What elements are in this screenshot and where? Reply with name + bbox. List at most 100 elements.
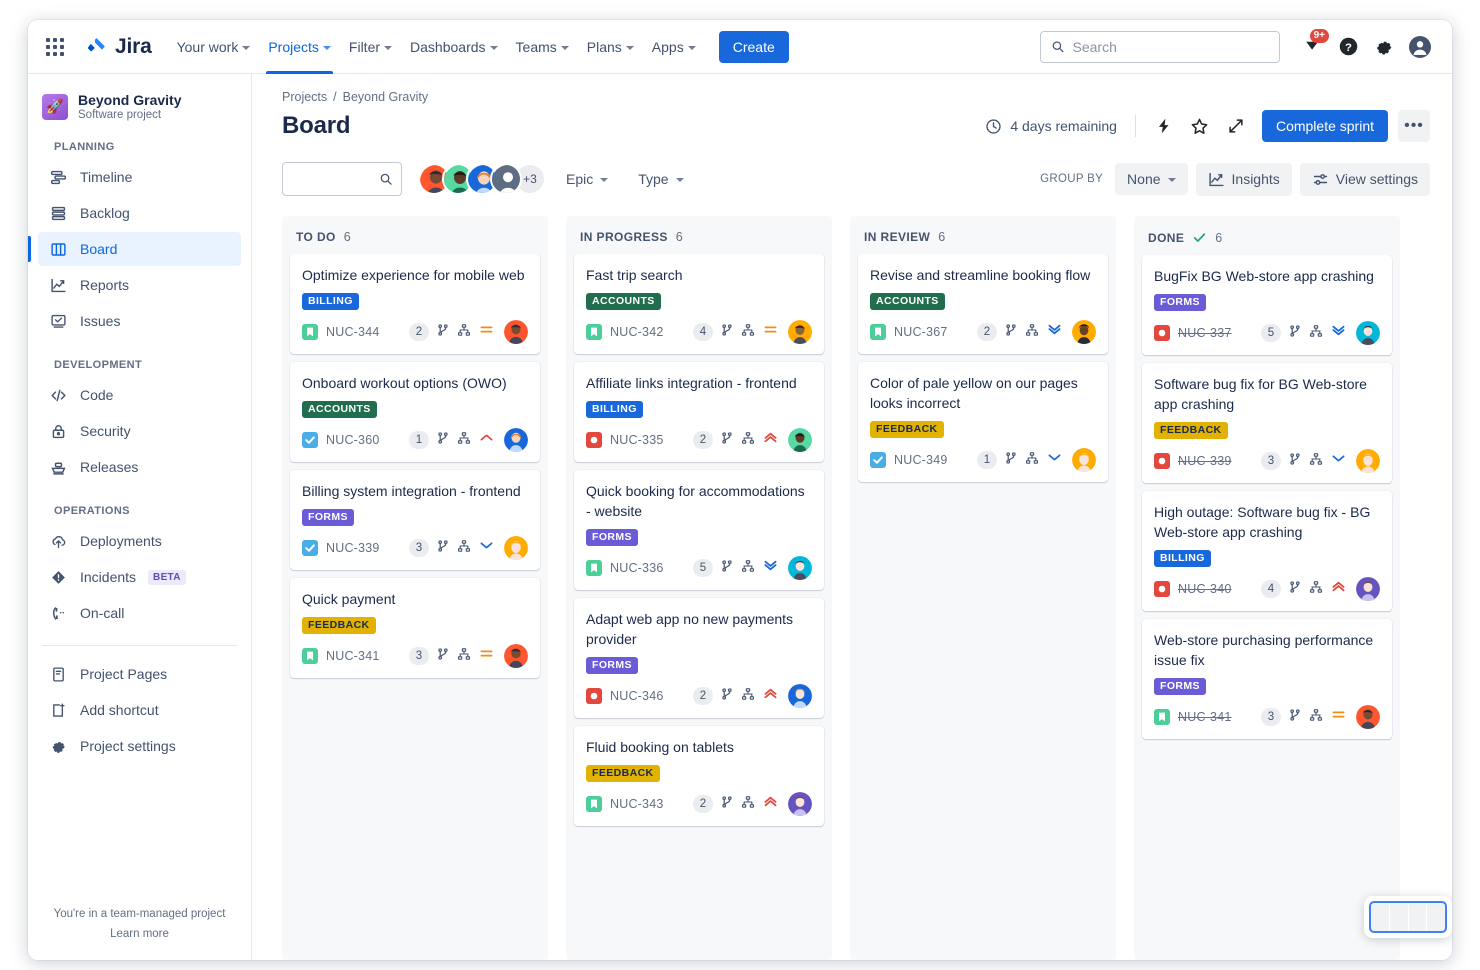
user-avatar-button[interactable] <box>1404 31 1436 63</box>
global-search[interactable] <box>1040 31 1280 63</box>
assignee-avatar[interactable] <box>788 684 812 708</box>
app-switcher-icon[interactable] <box>40 32 70 62</box>
child-issues-icon[interactable] <box>1309 708 1323 727</box>
create-button[interactable]: Create <box>719 31 789 63</box>
epic-tag[interactable]: BILLING <box>1154 550 1211 567</box>
branch-icon[interactable] <box>720 795 734 814</box>
epic-tag[interactable]: FEEDBACK <box>302 617 376 634</box>
issue-key[interactable]: NUC-336 <box>610 561 664 575</box>
issue-card[interactable]: Onboard workout options (OWO)ACCOUNTSNUC… <box>290 362 540 462</box>
issue-key[interactable]: NUC-340 <box>1178 582 1232 596</box>
issue-card[interactable]: Quick booking for accommodations - websi… <box>574 470 824 590</box>
issue-card[interactable]: Color of pale yellow on our pages looks … <box>858 362 1108 482</box>
issue-key[interactable]: NUC-360 <box>326 433 380 447</box>
board-search-input[interactable] <box>293 172 379 187</box>
child-issues-icon[interactable] <box>741 431 755 450</box>
child-issues-icon[interactable] <box>457 647 471 666</box>
nav-item-projects[interactable]: Projects <box>259 20 340 74</box>
child-issues-icon[interactable] <box>457 431 471 450</box>
child-issues-icon[interactable] <box>1309 580 1323 599</box>
avatar[interactable] <box>490 163 522 195</box>
branch-icon[interactable] <box>436 323 450 342</box>
assignee-avatar[interactable] <box>1072 320 1096 344</box>
sidebar-item-project-pages[interactable]: Project Pages <box>38 657 241 691</box>
epic-tag[interactable]: ACCOUNTS <box>586 293 661 310</box>
child-issues-icon[interactable] <box>457 539 471 558</box>
assignee-avatar[interactable] <box>1356 577 1380 601</box>
sidebar-item-security[interactable]: Security <box>38 414 241 448</box>
assignee-avatar[interactable] <box>788 792 812 816</box>
nav-item-filter[interactable]: Filter <box>340 20 401 74</box>
project-header[interactable]: 🚀 Beyond Gravity Software project <box>28 88 251 121</box>
child-issues-icon[interactable] <box>741 687 755 706</box>
epic-filter-dropdown[interactable]: Epic <box>556 164 618 194</box>
issue-card[interactable]: Fast trip searchACCOUNTSNUC-3424 <box>574 254 824 354</box>
assignee-avatar[interactable] <box>1356 321 1380 345</box>
sidebar-item-releases[interactable]: Releases <box>38 450 241 484</box>
epic-tag[interactable]: FORMS <box>586 657 638 674</box>
issue-key[interactable]: NUC-346 <box>610 689 664 703</box>
sidebar-item-issues[interactable]: Issues <box>38 304 241 338</box>
issue-key[interactable]: NUC-343 <box>610 797 664 811</box>
nav-item-plans[interactable]: Plans <box>578 20 643 74</box>
issue-key[interactable]: NUC-339 <box>326 541 380 555</box>
breadcrumb-projects[interactable]: Projects <box>282 90 327 104</box>
issue-key[interactable]: NUC-341 <box>1178 710 1232 724</box>
sidebar-item-backlog[interactable]: Backlog <box>38 196 241 230</box>
child-issues-icon[interactable] <box>1025 323 1039 342</box>
assignee-avatar[interactable] <box>1356 449 1380 473</box>
sidebar-item-on-call[interactable]: On-call <box>38 596 241 630</box>
epic-tag[interactable]: FEEDBACK <box>1154 422 1228 439</box>
assignee-avatar[interactable] <box>1072 448 1096 472</box>
issue-card[interactable]: Optimize experience for mobile webBILLIN… <box>290 254 540 354</box>
branch-icon[interactable] <box>1288 452 1302 471</box>
settings-button[interactable] <box>1368 31 1400 63</box>
sidebar-item-code[interactable]: Code <box>38 378 241 412</box>
child-issues-icon[interactable] <box>741 795 755 814</box>
branch-icon[interactable] <box>720 687 734 706</box>
epic-tag[interactable]: FORMS <box>586 529 638 546</box>
assignee-avatar[interactable] <box>504 320 528 344</box>
search-input[interactable] <box>1073 39 1269 55</box>
nav-item-apps[interactable]: Apps <box>643 20 705 74</box>
complete-sprint-button[interactable]: Complete sprint <box>1262 110 1388 142</box>
issue-key[interactable]: NUC-342 <box>610 325 664 339</box>
automation-button[interactable] <box>1148 110 1180 142</box>
nav-item-your-work[interactable]: Your work <box>168 20 260 74</box>
issue-key[interactable]: NUC-339 <box>1178 454 1232 468</box>
epic-tag[interactable]: ACCOUNTS <box>302 401 377 418</box>
insights-button[interactable]: Insights <box>1196 163 1292 196</box>
issue-card[interactable]: Quick paymentFEEDBACKNUC-3413 <box>290 578 540 678</box>
assignee-avatar[interactable] <box>504 536 528 560</box>
issue-card[interactable]: Revise and streamline booking flowACCOUN… <box>858 254 1108 354</box>
child-issues-icon[interactable] <box>1309 452 1323 471</box>
nav-item-teams[interactable]: Teams <box>507 20 578 74</box>
issue-card[interactable]: Web-store purchasing performance issue f… <box>1142 619 1392 739</box>
nav-item-dashboards[interactable]: Dashboards <box>401 20 507 74</box>
sidebar-item-reports[interactable]: Reports <box>38 268 241 302</box>
notifications-button[interactable]: 9+ <box>1296 31 1328 63</box>
star-button[interactable] <box>1184 110 1216 142</box>
epic-tag[interactable]: ACCOUNTS <box>870 293 945 310</box>
issue-key[interactable]: NUC-367 <box>894 325 948 339</box>
epic-tag[interactable]: FORMS <box>302 509 354 526</box>
issue-key[interactable]: NUC-344 <box>326 325 380 339</box>
issue-card[interactable]: Fluid booking on tabletsFEEDBACKNUC-3432 <box>574 726 824 826</box>
branch-icon[interactable] <box>720 559 734 578</box>
board-minimap[interactable] <box>1364 896 1452 938</box>
epic-tag[interactable]: FEEDBACK <box>870 421 944 438</box>
issue-card[interactable]: High outage: Software bug fix - BG Web-s… <box>1142 491 1392 611</box>
issue-key[interactable]: NUC-341 <box>326 649 380 663</box>
group-by-dropdown[interactable]: None <box>1115 163 1187 195</box>
child-issues-icon[interactable] <box>1025 451 1039 470</box>
epic-tag[interactable]: BILLING <box>586 401 643 418</box>
child-issues-icon[interactable] <box>457 323 471 342</box>
issue-key[interactable]: NUC-335 <box>610 433 664 447</box>
board-search[interactable] <box>282 162 402 196</box>
sidebar-item-board[interactable]: Board <box>38 232 241 266</box>
epic-tag[interactable]: FORMS <box>1154 678 1206 695</box>
branch-icon[interactable] <box>1288 708 1302 727</box>
help-button[interactable]: ? <box>1332 31 1364 63</box>
branch-icon[interactable] <box>1288 580 1302 599</box>
jira-logo[interactable]: Jira <box>86 35 152 59</box>
